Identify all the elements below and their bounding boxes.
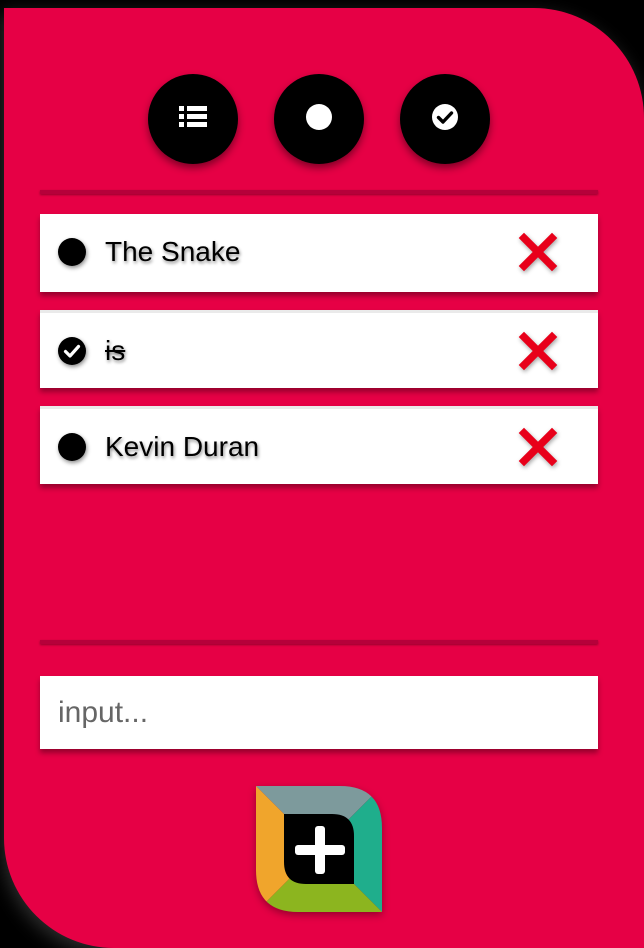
bottom-divider: [40, 640, 598, 644]
filter-completed-button[interactable]: [400, 74, 490, 164]
circle-icon: [306, 104, 332, 130]
close-icon: [518, 331, 558, 371]
filter-active-button[interactable]: [274, 74, 364, 164]
filter-bar: [4, 74, 644, 164]
todo-text: Kevin Duran: [105, 431, 260, 462]
toggle-complete-button[interactable]: [56, 431, 88, 463]
todo-item: Kevin Duran: [40, 406, 598, 484]
plus-icon: [256, 786, 382, 912]
todo-text: The Snake: [105, 236, 241, 267]
check-circle-icon: [58, 337, 86, 365]
new-todo-field: [40, 676, 598, 749]
top-divider: [40, 190, 598, 194]
filter-all-button[interactable]: [148, 74, 238, 164]
todo-app-card: The Snake is Kevin Duran input...: [4, 8, 644, 948]
close-icon: [518, 232, 558, 272]
circle-icon: [58, 433, 86, 461]
todo-item: is: [40, 310, 598, 388]
toggle-complete-button[interactable]: [56, 236, 88, 268]
check-circle-icon: [432, 104, 458, 130]
toggle-complete-button[interactable]: [56, 335, 88, 367]
todo-item: The Snake: [40, 214, 598, 292]
delete-button[interactable]: [518, 427, 558, 467]
delete-button[interactable]: [518, 331, 558, 371]
todo-list: The Snake is Kevin Duran: [40, 214, 598, 502]
list-icon: [179, 106, 207, 127]
new-todo-input[interactable]: [40, 676, 598, 749]
delete-button[interactable]: [518, 232, 558, 272]
close-icon: [518, 427, 558, 467]
add-todo-button[interactable]: [256, 786, 382, 912]
circle-icon: [58, 238, 86, 266]
todo-text: is: [105, 335, 126, 366]
